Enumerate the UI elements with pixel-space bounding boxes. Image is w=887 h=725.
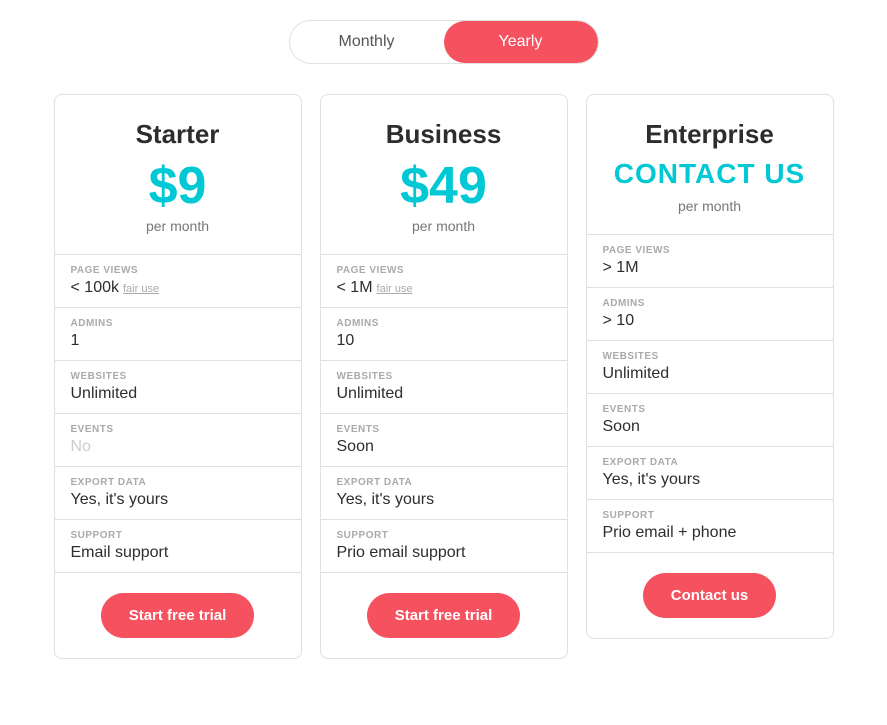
feature-label-starter-3: EVENTS: [71, 424, 285, 435]
feature-value-wrap-enterprise-4: Yes, it's yours: [603, 471, 817, 489]
feature-value-wrap-business-4: Yes, it's yours: [337, 491, 551, 509]
plan-card-business: Business $49 per month PAGE VIEWS < 1M fair u…: [320, 94, 568, 659]
feature-row-enterprise-2: WEBSITES Unlimited: [587, 341, 833, 394]
feature-value-business-1: 10: [337, 332, 355, 349]
plan-price-business: $49: [341, 160, 547, 212]
feature-label-business-5: SUPPORT: [337, 530, 551, 541]
feature-value-wrap-starter-0: < 100k fair use: [71, 279, 285, 297]
feature-row-business-5: SUPPORT Prio email support: [321, 520, 567, 573]
feature-value-wrap-starter-2: Unlimited: [71, 385, 285, 403]
feature-value-business-2: Unlimited: [337, 385, 404, 402]
feature-label-business-3: EVENTS: [337, 424, 551, 435]
feature-value-wrap-business-2: Unlimited: [337, 385, 551, 403]
feature-value-enterprise-4: Yes, it's yours: [603, 471, 701, 488]
feature-value-business-3: Soon: [337, 438, 374, 455]
plan-header-starter: Starter $9 per month: [55, 95, 301, 255]
plan-header-enterprise: Enterprise CONTACT US per month: [587, 95, 833, 235]
feature-row-enterprise-5: SUPPORT Prio email + phone: [587, 500, 833, 553]
cta-wrap-business: Start free trial: [321, 573, 567, 658]
feature-value-starter-4: Yes, it's yours: [71, 491, 169, 508]
feature-label-enterprise-3: EVENTS: [603, 404, 817, 415]
feature-value-wrap-business-5: Prio email support: [337, 544, 551, 562]
feature-label-starter-5: SUPPORT: [71, 530, 285, 541]
plan-period-enterprise: per month: [607, 198, 813, 214]
feature-label-business-0: PAGE VIEWS: [337, 265, 551, 276]
feature-row-starter-2: WEBSITES Unlimited: [55, 361, 301, 414]
billing-toggle: Monthly Yearly: [289, 20, 599, 64]
feature-row-business-2: WEBSITES Unlimited: [321, 361, 567, 414]
plan-contact-label-enterprise: CONTACT US: [607, 160, 813, 188]
feature-label-enterprise-0: PAGE VIEWS: [603, 245, 817, 256]
feature-value-wrap-business-0: < 1M fair use: [337, 279, 551, 297]
feature-label-enterprise-2: WEBSITES: [603, 351, 817, 362]
plan-card-enterprise: Enterprise CONTACT US per month PAGE VIEWS >…: [586, 94, 834, 639]
feature-row-starter-4: EXPORT DATA Yes, it's yours: [55, 467, 301, 520]
feature-value-wrap-enterprise-2: Unlimited: [603, 365, 817, 383]
feature-label-starter-4: EXPORT DATA: [71, 477, 285, 488]
feature-label-starter-0: PAGE VIEWS: [71, 265, 285, 276]
feature-value-wrap-starter-1: 1: [71, 332, 285, 350]
feature-value-wrap-enterprise-1: > 10: [603, 312, 817, 330]
cta-wrap-starter: Start free trial: [55, 573, 301, 658]
feature-label-business-1: ADMINS: [337, 318, 551, 329]
feature-label-enterprise-5: SUPPORT: [603, 510, 817, 521]
feature-row-enterprise-1: ADMINS > 10: [587, 288, 833, 341]
feature-label-business-4: EXPORT DATA: [337, 477, 551, 488]
feature-row-starter-1: ADMINS 1: [55, 308, 301, 361]
feature-value-business-5: Prio email support: [337, 544, 466, 561]
pricing-cards: Starter $9 per month PAGE VIEWS < 100k fair u…: [54, 94, 834, 659]
feature-label-enterprise-1: ADMINS: [603, 298, 817, 309]
feature-label-starter-1: ADMINS: [71, 318, 285, 329]
feature-value-business-0: < 1M: [337, 279, 373, 296]
feature-label-starter-2: WEBSITES: [71, 371, 285, 382]
feature-row-business-1: ADMINS 10: [321, 308, 567, 361]
plan-title-starter: Starter: [75, 119, 281, 150]
plan-title-business: Business: [341, 119, 547, 150]
feature-value-enterprise-1: > 10: [603, 312, 635, 329]
plan-card-starter: Starter $9 per month PAGE VIEWS < 100k fair u…: [54, 94, 302, 659]
feature-label-enterprise-4: EXPORT DATA: [603, 457, 817, 468]
feature-row-business-3: EVENTS Soon: [321, 414, 567, 467]
feature-value-enterprise-5: Prio email + phone: [603, 524, 737, 541]
feature-value-starter-1: 1: [71, 332, 80, 349]
feature-row-starter-5: SUPPORT Email support: [55, 520, 301, 573]
feature-value-wrap-enterprise-3: Soon: [603, 418, 817, 436]
feature-value-wrap-enterprise-5: Prio email + phone: [603, 524, 817, 542]
feature-value-wrap-starter-5: Email support: [71, 544, 285, 562]
feature-row-starter-3: EVENTS No: [55, 414, 301, 467]
feature-row-enterprise-0: PAGE VIEWS > 1M: [587, 235, 833, 288]
fair-use-starter-0: fair use: [123, 283, 159, 295]
feature-value-enterprise-2: Unlimited: [603, 365, 670, 382]
plan-period-starter: per month: [75, 218, 281, 234]
feature-row-business-0: PAGE VIEWS < 1M fair use: [321, 255, 567, 308]
feature-value-wrap-starter-4: Yes, it's yours: [71, 491, 285, 509]
feature-row-enterprise-4: EXPORT DATA Yes, it's yours: [587, 447, 833, 500]
fair-use-business-0: fair use: [377, 283, 413, 295]
feature-row-enterprise-3: EVENTS Soon: [587, 394, 833, 447]
feature-value-wrap-starter-3: No: [71, 438, 285, 456]
monthly-toggle-button[interactable]: Monthly: [290, 21, 444, 63]
feature-value-starter-2: Unlimited: [71, 385, 138, 402]
plan-price-starter: $9: [75, 160, 281, 212]
plan-header-business: Business $49 per month: [321, 95, 567, 255]
feature-row-starter-0: PAGE VIEWS < 100k fair use: [55, 255, 301, 308]
feature-row-business-4: EXPORT DATA Yes, it's yours: [321, 467, 567, 520]
cta-button-business[interactable]: Start free trial: [367, 593, 521, 638]
feature-value-starter-0: < 100k: [71, 279, 119, 296]
feature-value-starter-5: Email support: [71, 544, 169, 561]
feature-label-business-2: WEBSITES: [337, 371, 551, 382]
feature-value-enterprise-0: > 1M: [603, 259, 639, 276]
feature-value-wrap-enterprise-0: > 1M: [603, 259, 817, 277]
cta-wrap-enterprise: Contact us: [587, 553, 833, 638]
cta-button-starter[interactable]: Start free trial: [101, 593, 255, 638]
feature-value-business-4: Yes, it's yours: [337, 491, 435, 508]
feature-value-starter-3: No: [71, 438, 91, 455]
yearly-toggle-button[interactable]: Yearly: [444, 21, 598, 63]
cta-button-enterprise[interactable]: Contact us: [643, 573, 777, 618]
feature-value-wrap-business-1: 10: [337, 332, 551, 350]
plan-period-business: per month: [341, 218, 547, 234]
plan-title-enterprise: Enterprise: [607, 119, 813, 150]
feature-value-enterprise-3: Soon: [603, 418, 640, 435]
feature-value-wrap-business-3: Soon: [337, 438, 551, 456]
